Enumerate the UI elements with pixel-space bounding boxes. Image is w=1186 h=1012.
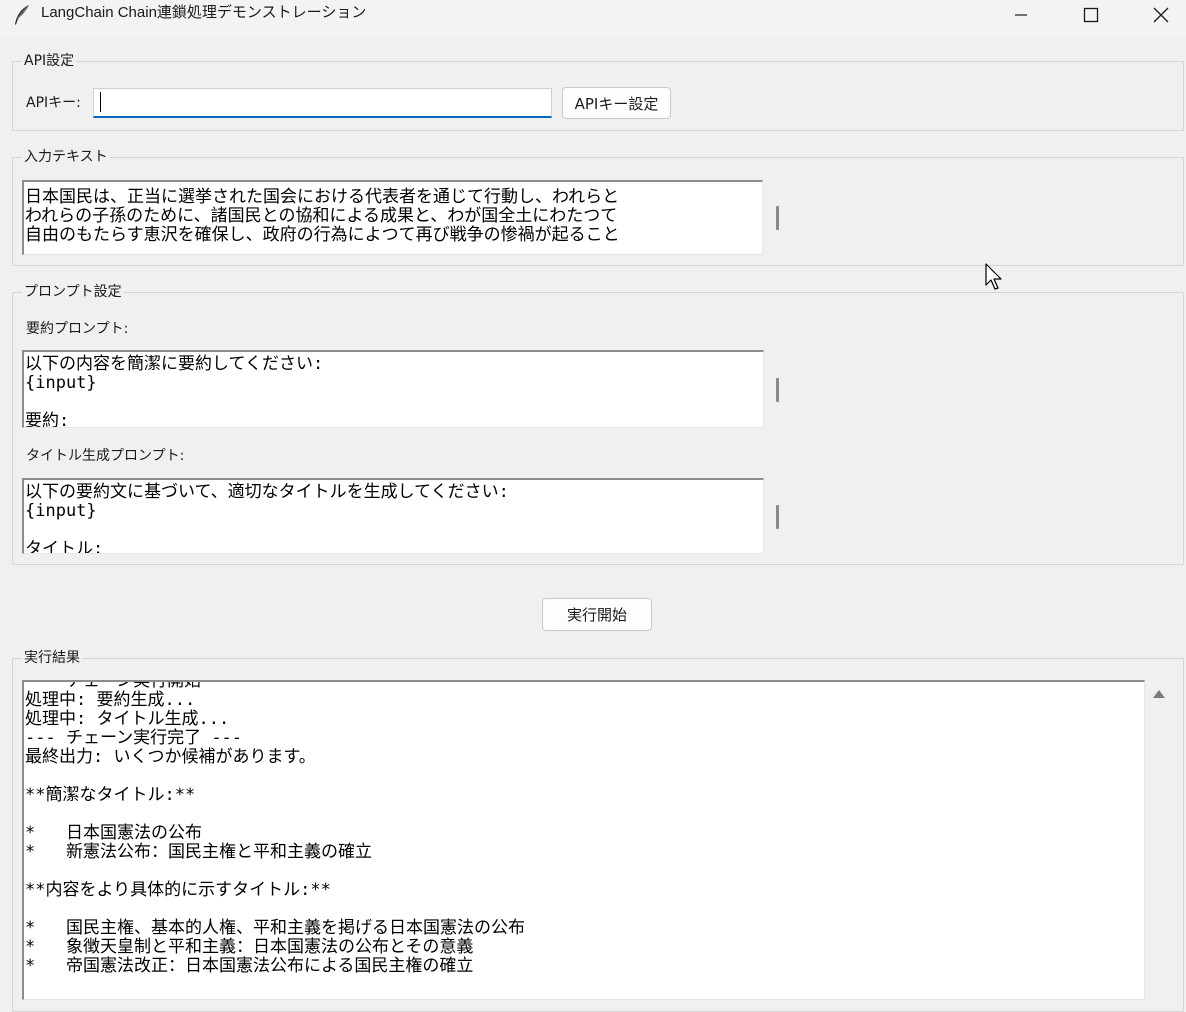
summary-prompt-line: {input} bbox=[25, 373, 97, 393]
summary-prompt-line bbox=[25, 393, 763, 412]
title-prompt-label: タイトル生成プロンプト: bbox=[26, 448, 185, 464]
close-button[interactable] bbox=[1131, 0, 1186, 30]
title-prompt-line: タイトル: bbox=[25, 539, 104, 554]
results-line: * 新憲法公布：国民主権と平和主義の確立 bbox=[25, 842, 372, 862]
summary-prompt-content: 以下の内容を簡潔に要約してください: {input} 要約: bbox=[24, 355, 763, 428]
maximize-button[interactable] bbox=[1061, 0, 1121, 30]
results-textarea[interactable]: --- チェーン実行開始 --- 処理中: 要約生成... 処理中: タイトル生成.… bbox=[22, 680, 1145, 1000]
text-caret bbox=[100, 92, 101, 112]
close-icon bbox=[1153, 7, 1169, 23]
input-text-legend: 入力テキスト bbox=[24, 149, 108, 165]
results-line bbox=[25, 767, 1144, 786]
results-line: 最終出力: いくつか候補があります。 bbox=[25, 747, 316, 767]
results-line: * 帝国憲法改正：日本国憲法公布による国民主権の確立 bbox=[25, 956, 474, 976]
results-line: * 日本国憲法の公布 bbox=[25, 823, 202, 843]
prompt-settings-legend: プロンプト設定 bbox=[24, 284, 122, 300]
results-line bbox=[25, 805, 1144, 824]
mouse-pointer-icon bbox=[985, 263, 1002, 290]
results-line: * 象徴天皇制と平和主義：日本国憲法の公布とその意義 bbox=[25, 937, 474, 957]
summary-prompt-textarea[interactable]: 以下の内容を簡潔に要約してください: {input} 要約: bbox=[22, 350, 764, 428]
summary-prompt-line: 要約: bbox=[25, 411, 70, 428]
api-key-input[interactable] bbox=[93, 88, 552, 118]
title-scrollbar[interactable] bbox=[776, 505, 779, 529]
title-prompt-line bbox=[25, 521, 763, 540]
api-settings-legend: API設定 bbox=[24, 53, 75, 69]
results-line: **内容をより具体的に示すタイトル:** bbox=[25, 880, 331, 900]
window-title: LangChain Chain連鎖処理デモンストレーション bbox=[41, 4, 367, 21]
results-line: 処理中: 要約生成... bbox=[25, 690, 196, 710]
api-key-label: APIキー: bbox=[26, 95, 81, 111]
results-legend: 実行結果 bbox=[24, 650, 80, 666]
title-prompt-line: 以下の要約文に基づいて、適切なタイトルを生成してください: bbox=[25, 482, 509, 502]
minimize-button[interactable] bbox=[991, 0, 1051, 30]
feather-icon bbox=[15, 5, 29, 25]
title-prompt-content: 以下の要約文に基づいて、適切なタイトルを生成してください: {input} タイト… bbox=[24, 483, 763, 554]
title-prompt-textarea[interactable]: 以下の要約文に基づいて、適切なタイトルを生成してください: {input} タイト… bbox=[22, 478, 764, 554]
results-line bbox=[25, 900, 1144, 919]
results-line: **簡潔なタイトル:** bbox=[25, 785, 196, 805]
input-text-line: 自由のもたらす恵沢を確保し、政府の行為によつて再び戦争の惨禍が起ること bbox=[25, 225, 620, 245]
results-line: --- チェーン実行完了 --- bbox=[25, 728, 243, 748]
title-bar: LangChain Chain連鎖処理デモンストレーション bbox=[0, 0, 1186, 36]
results-line: 処理中: タイトル生成... bbox=[25, 709, 230, 729]
results-content: --- チェーン実行開始 --- 処理中: 要約生成... 処理中: タイトル生成.… bbox=[24, 682, 1144, 976]
triangle-up-icon[interactable] bbox=[1152, 689, 1166, 699]
maximize-icon bbox=[1083, 7, 1099, 23]
summary-prompt-line: 以下の内容を簡潔に要約してください: bbox=[25, 354, 324, 374]
set-api-key-button[interactable]: APIキー設定 bbox=[562, 87, 671, 119]
summary-scrollbar[interactable] bbox=[776, 378, 779, 402]
summary-prompt-label: 要約プロンプト: bbox=[26, 321, 129, 337]
input-textarea[interactable]: 日本国民は、正当に選挙された国会における代表者を通じて行動し、われらと われらの子… bbox=[22, 180, 763, 255]
input-scrollbar[interactable] bbox=[776, 206, 779, 230]
title-prompt-line: {input} bbox=[25, 501, 97, 521]
run-button[interactable]: 実行開始 bbox=[542, 598, 652, 631]
input-text-line: われらの子孫のために、諸国民との協和による成果と、わが国全土にわたつて bbox=[25, 206, 618, 226]
input-text-line: 日本国民は、正当に選挙された国会における代表者を通じて行動し、われらと bbox=[25, 187, 620, 207]
input-text-content: 日本国民は、正当に選挙された国会における代表者を通じて行動し、われらと われらの子… bbox=[24, 188, 762, 245]
results-line bbox=[25, 862, 1144, 881]
results-line: * 国民主権、基本的人権、平和主義を掲げる日本国憲法の公布 bbox=[25, 918, 525, 938]
minimize-icon bbox=[1015, 14, 1027, 16]
